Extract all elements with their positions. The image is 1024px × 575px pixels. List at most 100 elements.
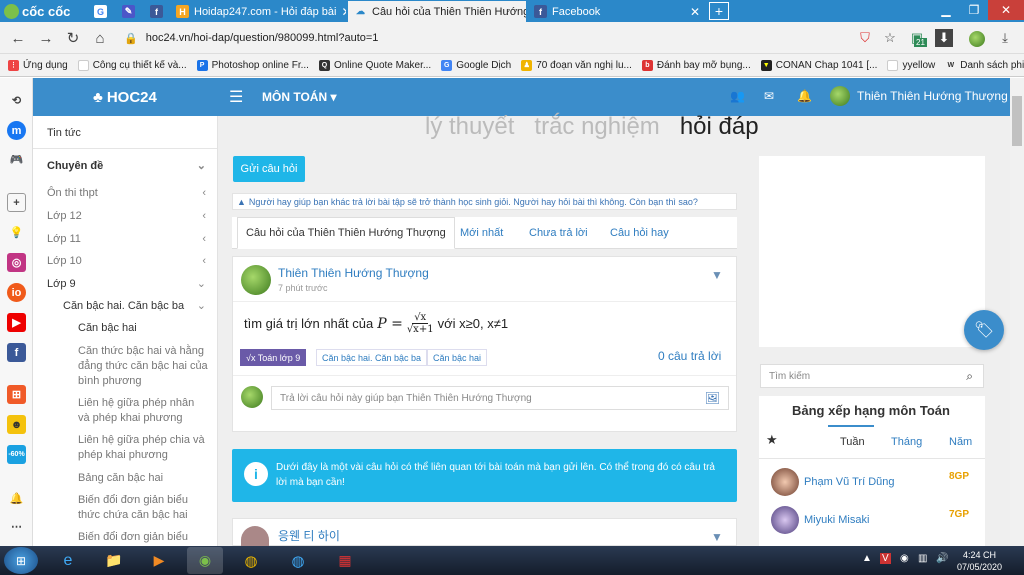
tray-v-icon[interactable]: V (880, 553, 891, 564)
question-author[interactable]: Thiên Thiên Hướng Thượng (278, 266, 429, 280)
more-icon[interactable]: ⋯ (7, 517, 26, 536)
app-grid-icon[interactable]: ▦ (327, 547, 363, 574)
shopping-icon[interactable]: ⊞ (7, 385, 26, 404)
tab-google[interactable]: G (88, 1, 114, 22)
new-tab-button[interactable]: + (709, 2, 729, 20)
avatar[interactable] (241, 526, 269, 546)
tray-network-icon[interactable]: ▥ (918, 553, 927, 564)
tab-facebook-1[interactable]: f (144, 1, 170, 22)
tray-app-icon[interactable]: ◉ (900, 553, 909, 564)
bookmark-item[interactable]: yyellow (887, 59, 935, 71)
tab-newest[interactable]: Mới nhất (460, 217, 503, 249)
gamepad-icon[interactable]: 🎮 (7, 150, 26, 169)
rank-tab-year[interactable]: Năm (949, 436, 972, 448)
download-icon[interactable]: ⤓ (996, 29, 1014, 47)
bookmark-item[interactable]: ▼ CONAN Chap 1041 [... (760, 59, 877, 71)
clock[interactable]: 4:24 CH 07/05/2020 (957, 549, 1002, 573)
url-field[interactable]: 🔒 hoc24.vn/hoi-dap/question/980099.html?a… (124, 27, 844, 49)
instagram-icon[interactable]: ◎ (7, 253, 26, 272)
rank-row[interactable]: Miyuki Misaki (771, 506, 869, 534)
tab-active-question[interactable]: ☁Câu hỏi của Thiên Thiên Hướng✕ (348, 1, 526, 22)
add-friend-icon[interactable]: 👥 (730, 89, 745, 103)
hoc24-logo[interactable]: ♣ HOC24 (93, 89, 157, 106)
bookmark-item[interactable]: b Đánh bay mỡ bụng... (641, 59, 751, 71)
tab-facebook-2[interactable]: f Facebook ✕ (528, 1, 706, 22)
tray-volume-icon[interactable]: 🔊 (936, 553, 948, 564)
subject-dropdown[interactable]: MÔN TOÁN ▾ (262, 90, 336, 104)
tab-qa[interactable]: hỏi đáp (680, 113, 759, 140)
user-menu[interactable]: Thiên Thiên Hướng Thượng (830, 86, 1008, 106)
bell-icon[interactable]: 🔔 (7, 489, 26, 508)
bell-icon[interactable]: 🔔 (797, 89, 812, 103)
reply-input[interactable]: Trả lời câu hỏi này giúp bạn Thiên Thiên… (271, 386, 729, 410)
sidebar-item-lesson[interactable]: Liên hệ giữa phép chia và phép khai phươ… (78, 433, 208, 463)
avatar[interactable] (241, 265, 271, 295)
bookmark-item[interactable]: Q Online Quote Maker... (318, 59, 431, 71)
sidebar-item-lesson[interactable]: Liên hệ giữa phép nhân và phép khai phươ… (78, 396, 208, 426)
sidebar-item-lesson-active[interactable]: Căn bậc hai (78, 321, 208, 336)
coccoc-taskbar-icon[interactable]: ◉ (187, 547, 223, 574)
lightbulb-icon[interactable]: 💡 (7, 223, 26, 242)
answer-count[interactable]: 0 câu trả lời (658, 349, 721, 363)
tag-lesson[interactable]: Căn bậc hai (427, 349, 488, 366)
facebook-icon[interactable]: f (7, 343, 26, 362)
tab-good-questions[interactable]: Câu hỏi hay (610, 217, 669, 249)
restore-icon[interactable]: ❐ (960, 0, 988, 20)
sidebar-item-grade12[interactable]: Lớp 12 ‹ (47, 209, 212, 224)
mail-icon[interactable]: ✉ (764, 89, 774, 103)
ie-icon[interactable]: e (50, 547, 86, 574)
window-close-icon[interactable]: ✕ (988, 0, 1024, 20)
forward-icon[interactable]: → (37, 29, 55, 47)
bookmark-item[interactable]: ♟ 70 đoạn văn nghị lu... (521, 59, 632, 71)
sidebar-item-lesson[interactable]: Bảng căn bậc hai (78, 471, 208, 486)
caret-down-icon[interactable]: ▼ (711, 268, 723, 282)
tag-chapter[interactable]: Căn bậc hai. Căn bậc ba (316, 349, 428, 366)
reload-icon[interactable]: ↻ (64, 29, 82, 47)
tab-my-questions[interactable]: Câu hỏi của Thiên Thiên Hướng Thượng (237, 217, 455, 249)
app-icon[interactable]: io (7, 283, 26, 302)
caret-down-icon[interactable]: ▼ (711, 530, 723, 544)
game-icon[interactable]: ☻ (7, 415, 26, 434)
star-icon[interactable]: ☆ (881, 29, 899, 47)
messenger-icon[interactable]: m (7, 121, 26, 140)
rank-tab-week[interactable]: Tuần (840, 436, 865, 448)
tab-unanswered[interactable]: Chưa trả lời (529, 217, 588, 249)
explorer-icon[interactable]: 📁 (96, 547, 132, 574)
back-icon[interactable]: ← (9, 29, 27, 47)
sidebar-item-grade9[interactable]: Lớp 9 ⌄ (47, 277, 212, 292)
menu-icon[interactable]: ☰ (229, 87, 243, 107)
coccoc-logo[interactable]: cốc cốc (0, 0, 84, 22)
chrome-blue-icon[interactable]: ◍ (280, 547, 316, 574)
tab-quiz[interactable]: trắc nghiệm (534, 113, 659, 140)
download-box-icon[interactable]: ⬇ (935, 29, 953, 47)
sidebar-item-topics[interactable]: Chuyên đề ⌄ (47, 159, 212, 174)
tray-arrow-icon[interactable]: ▲ (862, 553, 872, 564)
sidebar-item-grade10[interactable]: Lớp 10 ‹ (47, 254, 212, 269)
add-icon[interactable]: + (7, 193, 26, 212)
tab-extension[interactable]: ✎ (116, 1, 142, 22)
home-icon[interactable]: ⌂ (91, 29, 109, 47)
related-author[interactable]: 응웬 티 하이 (278, 527, 340, 544)
sidebar-item-lesson[interactable]: Căn thức bậc hai và hằng đẳng thức căn b… (78, 344, 208, 389)
chrome-icon[interactable]: ◍ (233, 547, 269, 574)
tab-theory[interactable]: lý thuyết (425, 113, 514, 140)
sidebar-item-thpt[interactable]: Ôn thi thpt ‹ (47, 186, 212, 201)
bookmark-item[interactable]: WDanh sách phim hoạ... (945, 60, 1024, 71)
bookmark-apps[interactable]: ⋮ Ứng dụng (8, 59, 68, 71)
sidebar-item-chapter[interactable]: Căn bậc hai. Căn bậc ba ⌄ (63, 299, 212, 314)
minimize-icon[interactable]: ▁ (932, 0, 960, 20)
sale-icon[interactable]: -60% (7, 445, 26, 464)
rank-row[interactable]: Phạm Vũ Trí Dũng (771, 468, 895, 496)
history-icon[interactable]: ⟲ (7, 91, 26, 110)
ask-question-button[interactable]: Gửi câu hỏi (233, 156, 305, 182)
tag-subject[interactable]: √x Toán lớp 9 (240, 349, 307, 366)
youtube-icon[interactable]: ▶ (7, 313, 26, 332)
sidebar-item-news[interactable]: Tin tức (47, 126, 212, 141)
scrollbar[interactable] (1010, 78, 1024, 546)
bookmark-item[interactable]: Công cụ thiết kế và... (77, 59, 187, 71)
search-icon[interactable]: ⌕ (966, 369, 973, 384)
search-input[interactable]: Tìm kiếm ⌕ (760, 364, 984, 388)
windows-start-icon[interactable]: ⊞ (4, 547, 38, 574)
image-icon[interactable]: 🖼 (705, 391, 720, 405)
sidebar-item-grade11[interactable]: Lớp 11 ‹ (47, 232, 212, 247)
